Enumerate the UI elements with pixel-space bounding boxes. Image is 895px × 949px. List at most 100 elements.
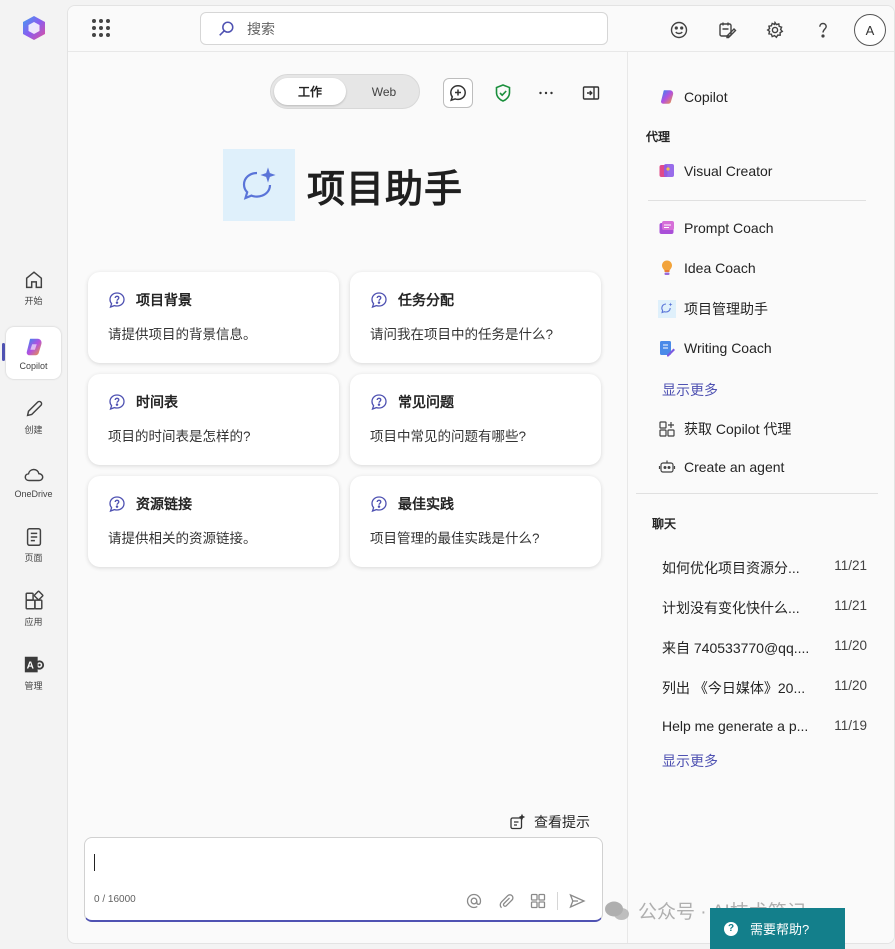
toggle-work[interactable]: 工作 [274, 78, 346, 105]
settings-button[interactable] [760, 15, 790, 45]
agent-item-writing-coach[interactable]: Writing Coach [658, 339, 772, 357]
message-composer[interactable]: 0 / 16000 [84, 837, 603, 922]
chat-question-icon [371, 394, 387, 411]
agent-label: Writing Coach [684, 340, 772, 356]
composer-tools [455, 888, 590, 914]
agents-show-more-link[interactable]: 显示更多 [662, 380, 718, 400]
cloud-icon [24, 468, 43, 481]
view-prompts-label: 查看提示 [534, 814, 590, 830]
copilot-icon [26, 338, 42, 355]
chat-question-icon [371, 292, 387, 309]
prompt-card[interactable]: 项目背景 请提供项目的背景信息。 [88, 272, 339, 363]
prompt-coach-icon [659, 221, 674, 234]
more-options-button[interactable] [531, 78, 561, 108]
smiley-icon [670, 21, 688, 39]
char-counter: 0 / 16000 [94, 894, 136, 905]
prompt-card[interactable]: 最佳实践 项目管理的最佳实践是什么? [350, 476, 601, 567]
agents-heading: 代理 [646, 130, 671, 144]
chat-sparkle-icon [658, 300, 676, 318]
prompt-card[interactable]: 常见问题 项目中常见的问题有哪些? [350, 374, 601, 465]
page-icon [26, 528, 41, 546]
apps-add-icon [659, 421, 675, 437]
main-window: 搜索 A 工作 Web 项目助手 项目背景 请提供项目的背景信息。 任务分配 请… [67, 5, 895, 944]
view-prompts-button[interactable]: 查看提示 [508, 812, 590, 832]
chat-sparkle-icon [242, 167, 276, 200]
rail-item-home[interactable]: 开始 [6, 262, 61, 314]
panel-item-copilot[interactable]: Copilot [658, 88, 728, 106]
chat-history-item[interactable]: 来自 740533770@qq.... 11/20 [662, 638, 867, 658]
rail-item-apps[interactable]: 应用 [6, 583, 61, 635]
chat-history-item[interactable]: 计划没有变化快什么... 11/21 [662, 598, 867, 618]
mention-button[interactable] [461, 888, 487, 914]
prompt-card-text: 项目的时间表是怎样的? [108, 429, 251, 444]
prompt-sparkle-icon [510, 813, 526, 830]
plugins-button[interactable] [525, 888, 551, 914]
agent-title: 项目助手 [307, 168, 464, 211]
prompt-card-title: 任务分配 [398, 292, 454, 308]
composer-divider [557, 892, 558, 910]
prompt-card[interactable]: 任务分配 请问我在项目中的任务是什么? [350, 272, 601, 363]
get-copilot-agents-button[interactable]: 获取 Copilot 代理 [658, 419, 791, 439]
notes-button[interactable] [712, 15, 742, 45]
chat-date: 11/20 [834, 638, 867, 653]
rail-label: 应用 [24, 617, 43, 627]
rail-item-create[interactable]: 创建 [6, 391, 61, 443]
chats-heading: 聊天 [652, 517, 677, 531]
agent-item-idea-coach[interactable]: Idea Coach [658, 259, 756, 277]
rail-item-pages[interactable]: 页面 [6, 519, 61, 571]
prompt-card-text: 请提供相关的资源链接。 [108, 531, 257, 546]
right-panel: Copilot 代理 Visual Creator Prompt Coach I… [627, 52, 894, 943]
writing-coach-icon [660, 341, 675, 357]
question-icon [819, 22, 827, 38]
chat-title: 如何优化项目资源分... [662, 560, 800, 576]
app-launcher-icon[interactable] [92, 19, 110, 37]
agent-item-visual-creator[interactable]: Visual Creator [658, 162, 772, 180]
chat-history-item[interactable]: 列出 《今日媒体》20... 11/20 [662, 678, 867, 698]
chat-main: 工作 Web 项目助手 项目背景 请提供项目的背景信息。 任务分配 请问我在项目… [68, 52, 627, 943]
chat-title: 计划没有变化快什么... [662, 600, 800, 616]
agent-label: Visual Creator [684, 163, 773, 179]
collapse-panel-button[interactable] [576, 78, 606, 108]
chats-show-more-link[interactable]: 显示更多 [662, 751, 718, 771]
notes-icon [719, 22, 737, 39]
m365-logo-icon[interactable] [21, 15, 47, 41]
agent-item-project-assistant[interactable]: 项目管理助手 [658, 299, 768, 319]
need-help-button[interactable]: ? 需要帮助? [710, 908, 845, 949]
feedback-smiley-button[interactable] [664, 15, 694, 45]
prompt-card[interactable]: 时间表 项目的时间表是怎样的? [88, 374, 339, 465]
prompt-card-text: 项目中常见的问题有哪些? [370, 429, 527, 444]
agent-header: 项目助手 [223, 149, 463, 221]
wechat-icon [605, 901, 629, 920]
chat-question-icon [371, 496, 387, 513]
help-button[interactable] [808, 15, 838, 45]
toggle-web[interactable]: Web [351, 78, 417, 105]
avatar[interactable]: A [854, 14, 886, 46]
search-box[interactable]: 搜索 [200, 12, 608, 45]
attach-button[interactable] [493, 888, 519, 914]
chat-title: Help me generate a p... [662, 718, 809, 734]
divider [648, 200, 866, 201]
create-agent-button[interactable]: Create an agent [658, 458, 784, 476]
agent-item-prompt-coach[interactable]: Prompt Coach [658, 219, 773, 237]
rail-item-copilot[interactable]: Copilot [2, 327, 61, 379]
send-button[interactable] [564, 888, 590, 914]
lightbulb-icon [662, 260, 672, 275]
bot-add-icon [658, 460, 676, 473]
rail-item-onedrive[interactable]: OneDrive [6, 455, 61, 507]
chat-question-icon [109, 292, 125, 309]
protected-button[interactable] [488, 78, 518, 108]
top-bar-actions: A [646, 14, 886, 46]
rail-label: 页面 [24, 553, 43, 563]
chat-history-item[interactable]: 如何优化项目资源分... 11/21 [662, 558, 867, 578]
panel-item-label: Copilot [684, 89, 728, 105]
prompt-card-text: 请问我在项目中的任务是什么? [370, 327, 554, 342]
rail-item-admin[interactable]: A 管理 [6, 647, 61, 699]
agent-label: Idea Coach [684, 260, 756, 276]
prompt-card[interactable]: 资源链接 请提供相关的资源链接。 [88, 476, 339, 567]
send-icon [569, 893, 586, 909]
work-web-toggle[interactable]: 工作 Web [270, 74, 420, 109]
svg-text:A: A [26, 661, 34, 672]
home-icon [25, 271, 42, 289]
new-chat-button[interactable] [443, 78, 473, 108]
chat-history-item[interactable]: Help me generate a p... 11/19 [662, 718, 867, 734]
